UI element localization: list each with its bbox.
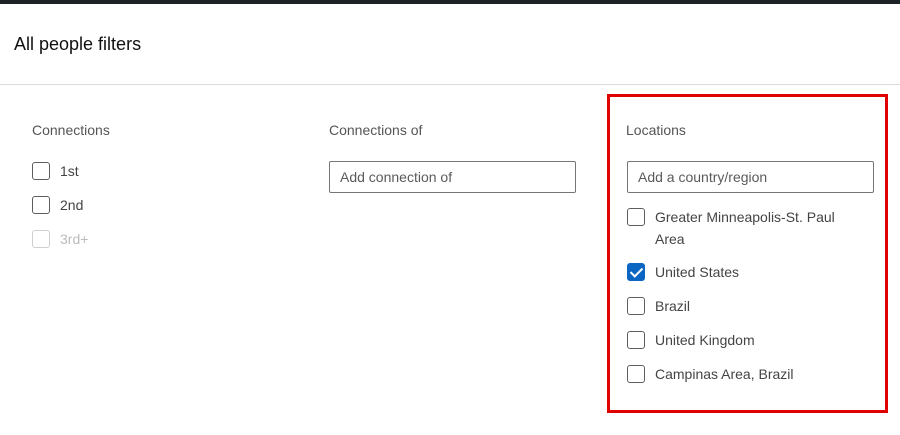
connections-of-label: Connections of	[329, 122, 423, 138]
connections-label: Connections	[32, 122, 110, 138]
page-title: All people filters	[14, 34, 142, 54]
connections-of-input[interactable]	[329, 161, 576, 193]
locations-highlight-box	[607, 94, 888, 413]
connection-3rd-checkbox	[32, 230, 50, 248]
connection-1st-option[interactable]: 1st	[32, 162, 79, 182]
connection-3rd-option: 3rd+	[32, 230, 88, 250]
connection-2nd-option[interactable]: 2nd	[32, 196, 83, 216]
connection-1st-checkbox[interactable]	[32, 162, 50, 180]
connection-1st-label: 1st	[60, 163, 79, 179]
connection-2nd-checkbox[interactable]	[32, 196, 50, 214]
header-divider	[0, 84, 900, 85]
connection-2nd-label: 2nd	[60, 197, 84, 213]
connection-3rd-label: 3rd+	[60, 231, 89, 247]
top-bar	[0, 0, 900, 4]
